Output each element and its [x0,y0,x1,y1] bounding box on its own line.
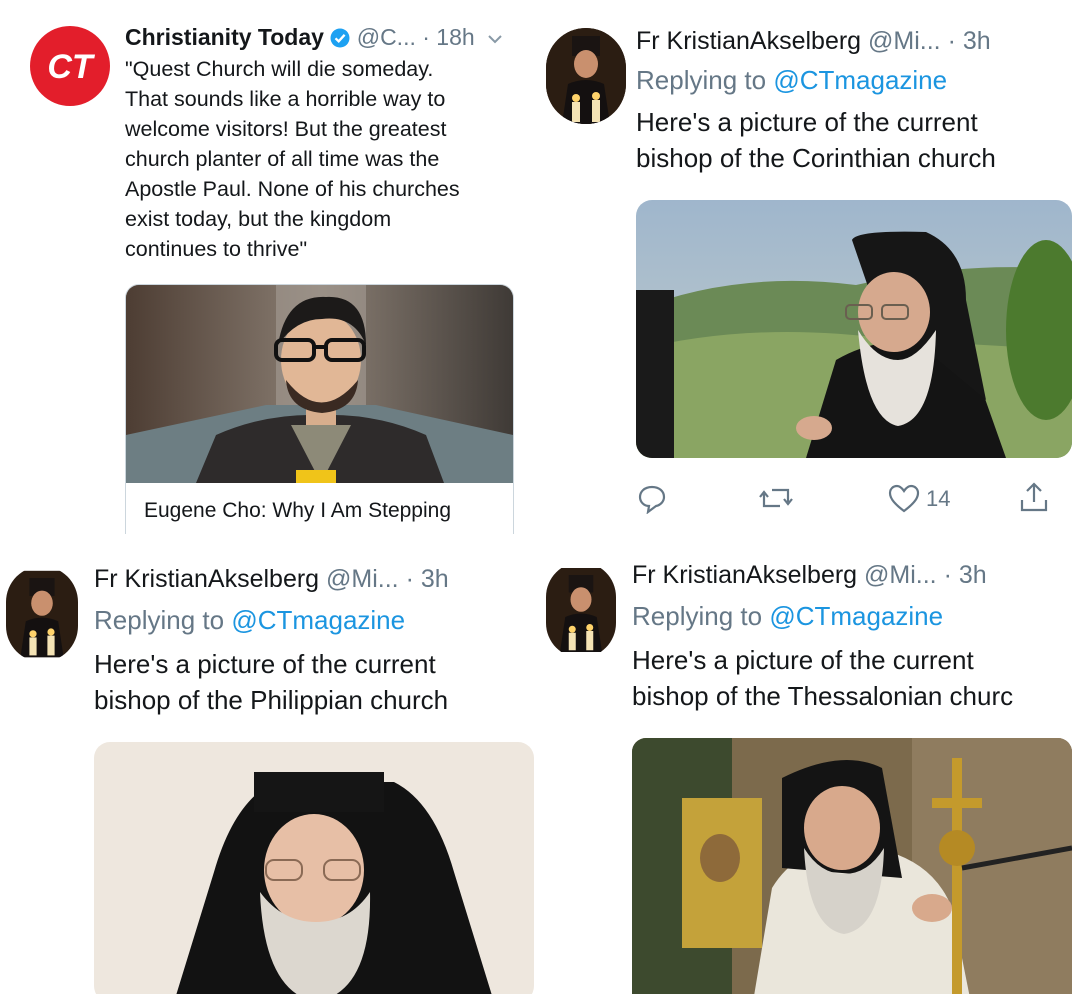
horizontal-divider [0,534,1079,538]
tweet-line: continues to thrive" [125,237,308,261]
retweet-icon[interactable] [758,482,794,514]
tweet-reply-corinthian[interactable]: Fr KristianAkselberg @Mi... · 3h Replyin… [540,0,1079,534]
tweet-actions: 14 [636,480,1056,520]
tweet-line: Here's a picture of the current [94,649,436,679]
author-handle[interactable]: @Mi... [868,27,941,55]
like-icon[interactable] [888,484,920,514]
like-count: 14 [926,486,951,511]
replying-to-prefix: Replying to [94,605,225,635]
chevron-down-icon[interactable] [487,33,503,45]
author-handle[interactable]: @Mi... [864,561,937,589]
tweet-line: Apostle Paul. None of his churches [125,177,460,201]
ct-logo-avatar[interactable]: CT [30,26,110,106]
replying-to: Replying to @CTmagazine [94,604,405,636]
tweet-header: Fr KristianAkselberg @Mi... · 3h [632,560,987,590]
replying-to-prefix: Replying to [632,601,763,631]
tweet-header: Fr KristianAkselberg @Mi... · 3h [94,564,449,594]
author-name[interactable]: Fr KristianAkselberg [632,561,857,589]
tweet-header: Fr KristianAkselberg @Mi... · 3h [636,26,991,56]
tweet-line: "Quest Church will die someday. [125,57,434,81]
replying-to-handle[interactable]: @CTmagazine [769,601,943,631]
reply-icon[interactable] [636,482,668,514]
eugene-cho-photo [126,285,513,483]
tweet-line: That sounds like a horrible way to [125,87,446,111]
replying-to: Replying to @CTmagazine [636,64,947,96]
vertical-divider [538,0,540,994]
author-avatar[interactable] [546,562,616,658]
tweet-text: "Quest Church will die someday. That sou… [125,54,460,264]
bishop-thessalonica-photo[interactable] [632,738,1072,994]
bishop-corinth-photo[interactable] [636,200,1072,458]
replying-to-handle[interactable]: @CTmagazine [231,605,405,635]
tweet-line: church planter of all time was the [125,147,440,171]
tweet-reply-philippian[interactable]: Fr KristianAkselberg @Mi... · 3h Replyin… [0,538,538,994]
author-handle[interactable]: @C... [357,24,416,50]
tweet-line: bishop of the Philippian church [94,685,449,715]
replying-to-handle[interactable]: @CTmagazine [773,65,947,95]
verified-badge-icon [330,28,350,48]
link-card-title[interactable]: Eugene Cho: Why I Am Stepping [144,499,451,523]
tweet-line: Here's a picture of the current [636,107,978,137]
tweet-line: welcome visitors! But the greatest [125,117,447,141]
tweet-christianity-today[interactable]: CT Christianity Today @C... · 18h "Quest… [0,0,538,534]
tweet-text: Here's a picture of the current bishop o… [636,104,996,176]
author-name[interactable]: Christianity Today [125,24,324,50]
bishop-philippi-photo[interactable] [94,742,534,994]
replying-to-prefix: Replying to [636,65,767,95]
author-name[interactable]: Fr KristianAkselberg [636,27,861,55]
tweet-text: Here's a picture of the current bishop o… [94,646,448,718]
tweet-time[interactable]: · 3h [944,561,987,589]
ct-logo-text: CT [47,48,93,86]
link-card-image [126,285,513,483]
link-card[interactable]: Eugene Cho: Why I Am Stepping [125,284,514,534]
author-avatar[interactable] [6,566,78,662]
author-avatar[interactable] [546,28,626,124]
tweet-line: bishop of the Corinthian church [636,143,996,173]
replying-to: Replying to @CTmagazine [632,600,943,632]
author-name[interactable]: Fr KristianAkselberg [94,565,319,593]
tweet-line: Here's a picture of the current [632,645,974,675]
tweet-time[interactable]: · 18h [422,24,474,50]
tweet-time[interactable]: · 3h [406,565,449,593]
share-icon[interactable] [1018,480,1050,514]
tweet-header: Christianity Today @C... · 18h [125,22,503,52]
tweet-line: exist today, but the kingdom [125,207,392,231]
tweet-reply-thessalonian[interactable]: Fr KristianAkselberg @Mi... · 3h Replyin… [540,538,1079,994]
tweet-time[interactable]: · 3h [948,27,991,55]
tweet-line: bishop of the Thessalonian churc [632,681,1014,711]
tweet-text: Here's a picture of the current bishop o… [632,642,1079,714]
author-handle[interactable]: @Mi... [326,565,399,593]
